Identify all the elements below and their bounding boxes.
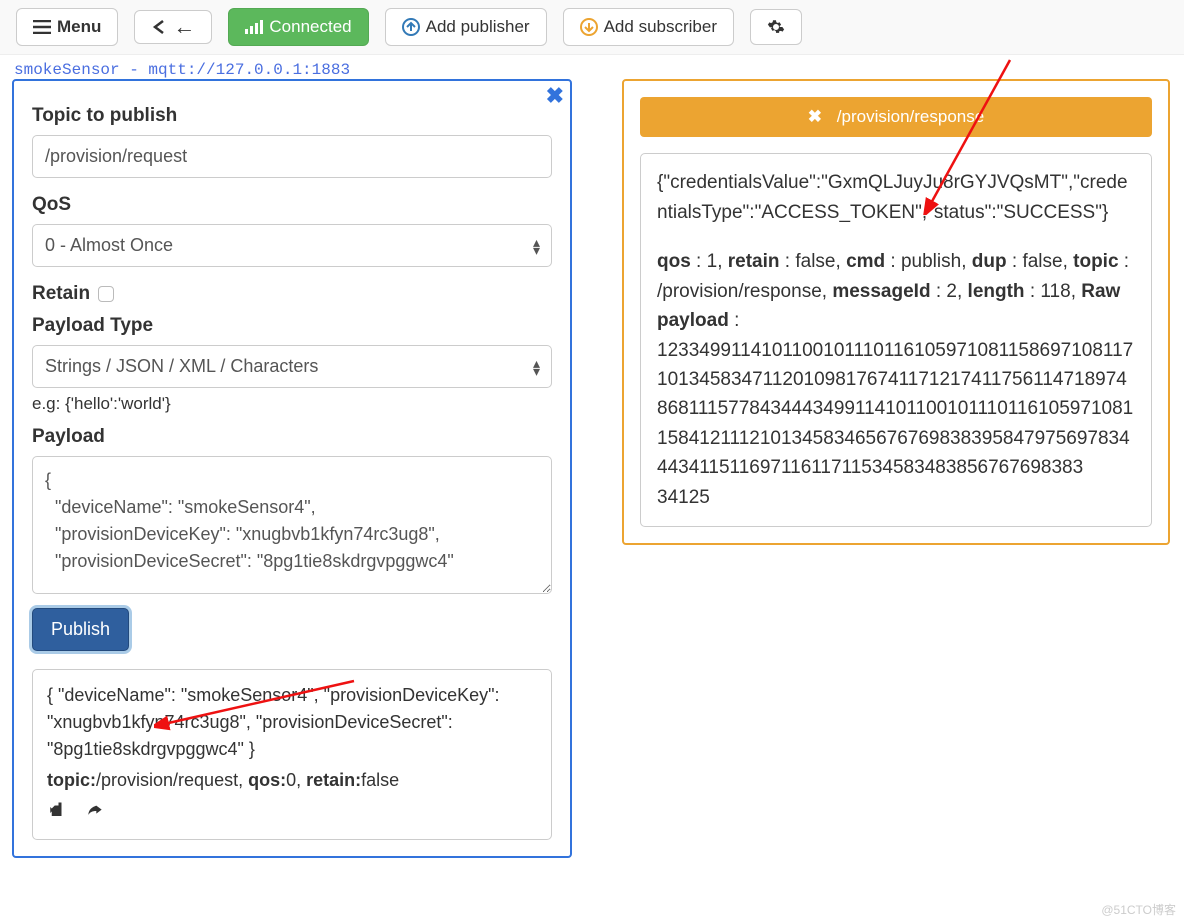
qos-select[interactable]: 0 - Almost Once (32, 224, 552, 267)
received-meta: qos : 1, retain : false, cmd : publish, … (657, 247, 1135, 512)
publish-button[interactable]: Publish (32, 608, 129, 651)
subscription-topic-header: ✖ /provision/response (640, 97, 1152, 137)
close-icon[interactable]: ✖ (546, 83, 564, 109)
sent-payload: { "deviceName": "smokeSensor4", "provisi… (47, 682, 537, 763)
payload-label: Payload (32, 426, 552, 448)
back-button[interactable]: ← (134, 10, 212, 44)
download-circle-icon (580, 18, 598, 36)
clipboard-arrow-icon[interactable] (47, 800, 67, 827)
subscriber-panel: ✖ /provision/response {"credentialsValue… (622, 79, 1170, 545)
connection-tab-label[interactable]: smokeSensor - mqtt://127.0.0.1:1883 (0, 55, 1184, 79)
add-publisher-button[interactable]: Add publisher (385, 8, 547, 46)
upload-circle-icon (402, 18, 420, 36)
connected-button[interactable]: Connected (228, 8, 368, 46)
menu-button[interactable]: Menu (16, 8, 118, 46)
top-toolbar: Menu ← Connected Add publisher Add subsc… (0, 0, 1184, 55)
publisher-panel: ✖ Topic to publish QoS 0 - Almost Once ▴… (12, 79, 572, 858)
qos-label: QoS (32, 194, 552, 216)
share-arrow-icon[interactable] (85, 800, 105, 827)
menu-label: Menu (57, 17, 101, 37)
payload-type-select[interactable]: Strings / JSON / XML / Characters (32, 345, 552, 388)
payload-type-label: Payload Type (32, 315, 552, 337)
signal-icon (245, 20, 263, 34)
retain-checkbox[interactable] (98, 286, 114, 302)
sent-meta: topic:/provision/request, qos:0, retain:… (47, 767, 537, 794)
add-subscriber-button[interactable]: Add subscriber (563, 8, 734, 46)
payload-textarea[interactable] (32, 456, 552, 594)
payload-type-hint: e.g: {'hello':'world'} (32, 394, 552, 414)
hamburger-icon (33, 20, 51, 34)
received-message-box: {"credentialsValue":"GxmQLJuyJu8rGYJVQsM… (640, 153, 1152, 527)
chevron-updown-icon: ▴▾ (533, 359, 540, 375)
gear-icon (767, 18, 785, 36)
add-publisher-label: Add publisher (426, 17, 530, 37)
chevron-updown-icon: ▴▾ (533, 238, 540, 254)
close-icon[interactable]: ✖ (808, 107, 822, 126)
received-json: {"credentialsValue":"GxmQLJuyJu8rGYJVQsM… (657, 168, 1135, 227)
topic-input[interactable] (32, 135, 552, 178)
subscription-topic: /provision/response (837, 107, 984, 126)
watermark: @51CTO博客 (1101, 901, 1176, 918)
arrow-left-glyph: ← (173, 21, 195, 33)
add-subscriber-label: Add subscriber (604, 17, 717, 37)
topic-label: Topic to publish (32, 105, 552, 127)
arrow-left-icon (151, 19, 167, 35)
retain-label: Retain (32, 283, 552, 305)
settings-button[interactable] (750, 9, 802, 45)
last-published-box: { "deviceName": "smokeSensor4", "provisi… (32, 669, 552, 840)
connected-label: Connected (269, 17, 351, 37)
